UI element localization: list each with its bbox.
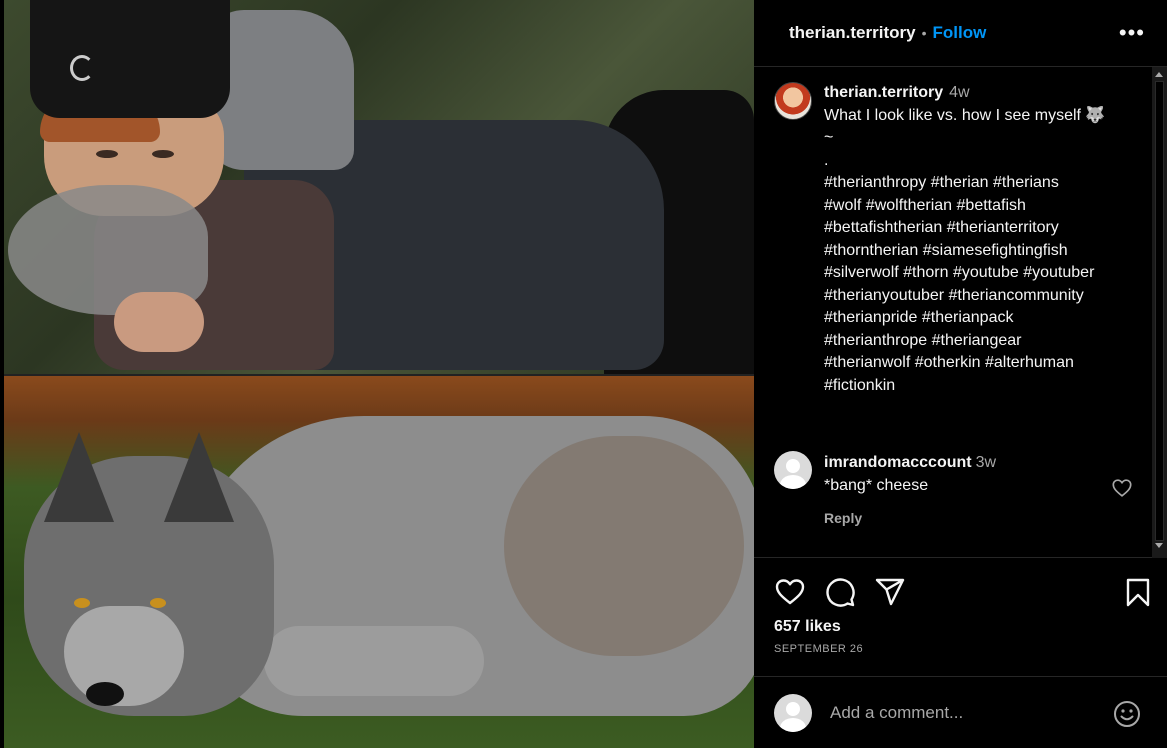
- comment-bubble-icon[interactable]: [824, 576, 856, 608]
- hashtag-line[interactable]: #therianthrope #theriangear: [824, 330, 1142, 353]
- current-user-avatar: [774, 694, 812, 732]
- hashtag-line[interactable]: #bettafishtherian #therianterritory: [824, 217, 1142, 240]
- owner-avatar[interactable]: [774, 82, 812, 120]
- caption-body: therian.territory 4w What I look like vs.…: [824, 82, 1142, 397]
- caption-header: therian.territory 4w: [824, 82, 1142, 105]
- scroll-up-arrow-icon[interactable]: [1155, 72, 1163, 77]
- comments-section[interactable]: therian.territory 4w What I look like vs.…: [754, 67, 1167, 558]
- hashtag-line[interactable]: #therianyoutuber #theriancommunity: [824, 285, 1142, 308]
- post-caption: therian.territory 4w What I look like vs.…: [774, 82, 1142, 397]
- post-date: SEPTEMBER 26: [774, 643, 864, 655]
- hashtag-line[interactable]: #thorntherian #siamesefightingfish: [824, 240, 1142, 263]
- wolf-muzzle: [64, 606, 184, 706]
- heart-icon[interactable]: [774, 576, 806, 608]
- reply-button[interactable]: Reply: [824, 507, 996, 530]
- person-eye-right: [152, 150, 174, 158]
- wolf-eye-right: [150, 598, 166, 608]
- photo-grey-wolf: [4, 376, 754, 748]
- wolf-eye-left: [74, 598, 90, 608]
- comment-like-heart-icon[interactable]: [1111, 477, 1133, 499]
- likes-count[interactable]: 657 likes: [774, 618, 841, 636]
- black-beanie: [30, 0, 230, 118]
- caption-line: What I look like vs. how I see myself 🐺: [824, 106, 1106, 124]
- scroll-down-arrow-icon[interactable]: [1155, 543, 1163, 548]
- header-username[interactable]: therian.territory: [789, 23, 916, 43]
- caption-username[interactable]: therian.territory: [824, 84, 943, 101]
- caption-line: ~: [824, 129, 834, 146]
- scroll-thumb[interactable]: [1155, 81, 1164, 541]
- comment-time: 3w: [975, 454, 997, 471]
- bookmark-icon[interactable]: [1122, 576, 1154, 608]
- hashtag-line[interactable]: #therianwolf #otherkin #alterhuman: [824, 352, 1142, 375]
- commenter-avatar[interactable]: [774, 451, 812, 489]
- comment-body: imrandomacccount 3w *bang* cheese Reply: [824, 451, 996, 530]
- photo-person-in-forest: [4, 0, 754, 375]
- person-eye-left: [96, 150, 118, 158]
- hashtag-line[interactable]: #therianthropy #therian #therians: [824, 172, 1142, 195]
- follow-button[interactable]: Follow: [933, 23, 987, 43]
- person-hand: [114, 292, 204, 352]
- caption-line: .: [824, 151, 829, 169]
- post-media[interactable]: [0, 0, 754, 748]
- comment-item: imrandomacccount 3w *bang* cheese Reply: [774, 451, 1134, 530]
- caption-time: 4w: [949, 84, 970, 101]
- wolf-paw: [264, 626, 484, 696]
- comment-text: *bang* cheese: [824, 477, 929, 494]
- hashtag-line[interactable]: #wolf #wolftherian #bettafish: [824, 195, 1142, 218]
- hashtag-line[interactable]: #fictionkin: [824, 375, 1142, 398]
- more-options-icon[interactable]: •••: [1119, 20, 1145, 46]
- comments-scrollbar[interactable]: [1152, 67, 1167, 558]
- wolf-nose: [86, 682, 124, 706]
- hashtag-line[interactable]: #therianpride #therianpack: [824, 307, 1142, 330]
- paper-plane-icon[interactable]: [874, 576, 906, 608]
- add-comment-bar: [754, 676, 1167, 748]
- moon-logo-icon: [70, 55, 94, 81]
- post-header: therian.territory • Follow •••: [754, 0, 1167, 67]
- post-actions: [774, 576, 1150, 608]
- add-comment-input[interactable]: [830, 701, 1100, 725]
- post-side-panel: therian.territory • Follow ••• therian.t…: [754, 0, 1167, 748]
- hashtag-line[interactable]: #silverwolf #thorn #youtube #youtuber: [824, 262, 1142, 285]
- header-separator: •: [921, 25, 927, 41]
- wolf-back-fur: [504, 436, 744, 656]
- comment-username[interactable]: imrandomacccount: [824, 454, 972, 471]
- smiley-icon[interactable]: [1112, 699, 1142, 729]
